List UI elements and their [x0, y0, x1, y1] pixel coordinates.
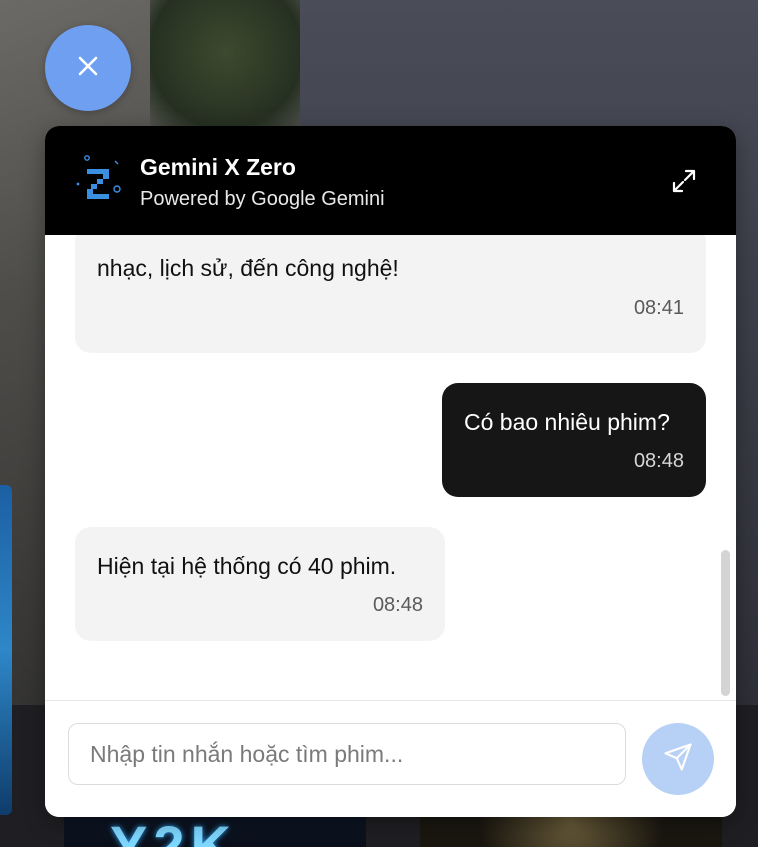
bot-message: nhạc, lịch sử, đến công nghệ! 08:41 [75, 235, 706, 353]
chat-subtitle: Powered by Google Gemini [140, 188, 385, 210]
close-chat-button[interactable] [45, 25, 131, 111]
user-message: Có bao nhiêu phim? 08:48 [442, 383, 706, 497]
bot-message: Hiện tại hệ thống có 40 phim. 08:48 [75, 527, 445, 641]
message-time: 08:41 [633, 297, 684, 319]
message-input[interactable] [68, 723, 626, 785]
message-time: 08:48 [372, 594, 423, 616]
message-text: Có bao nhiêu phim? [464, 409, 670, 435]
send-icon [663, 742, 693, 777]
send-button[interactable] [642, 723, 714, 795]
message-time: 08:48 [633, 450, 684, 472]
chat-header: Gemini X Zero Powered by Google Gemini [45, 126, 736, 235]
movie-poster-title: Y2K [110, 814, 237, 847]
message-scrollbar[interactable] [721, 550, 730, 696]
expand-chat-button[interactable] [665, 164, 703, 202]
expand-icon [671, 168, 697, 199]
message-text: nhạc, lịch sử, đến công nghệ! [97, 255, 399, 281]
zero-logo-icon [73, 153, 129, 209]
close-icon [77, 55, 99, 82]
composer [45, 700, 736, 817]
chat-panel: Gemini X Zero Powered by Google Gemini n… [45, 126, 736, 817]
chat-title: Gemini X Zero [140, 154, 296, 180]
message-text: Hiện tại hệ thống có 40 phim. [97, 553, 397, 579]
message-list[interactable]: nhạc, lịch sử, đến công nghệ! 08:41 Có b… [45, 235, 736, 700]
movie-poster-partial[interactable] [0, 485, 12, 815]
